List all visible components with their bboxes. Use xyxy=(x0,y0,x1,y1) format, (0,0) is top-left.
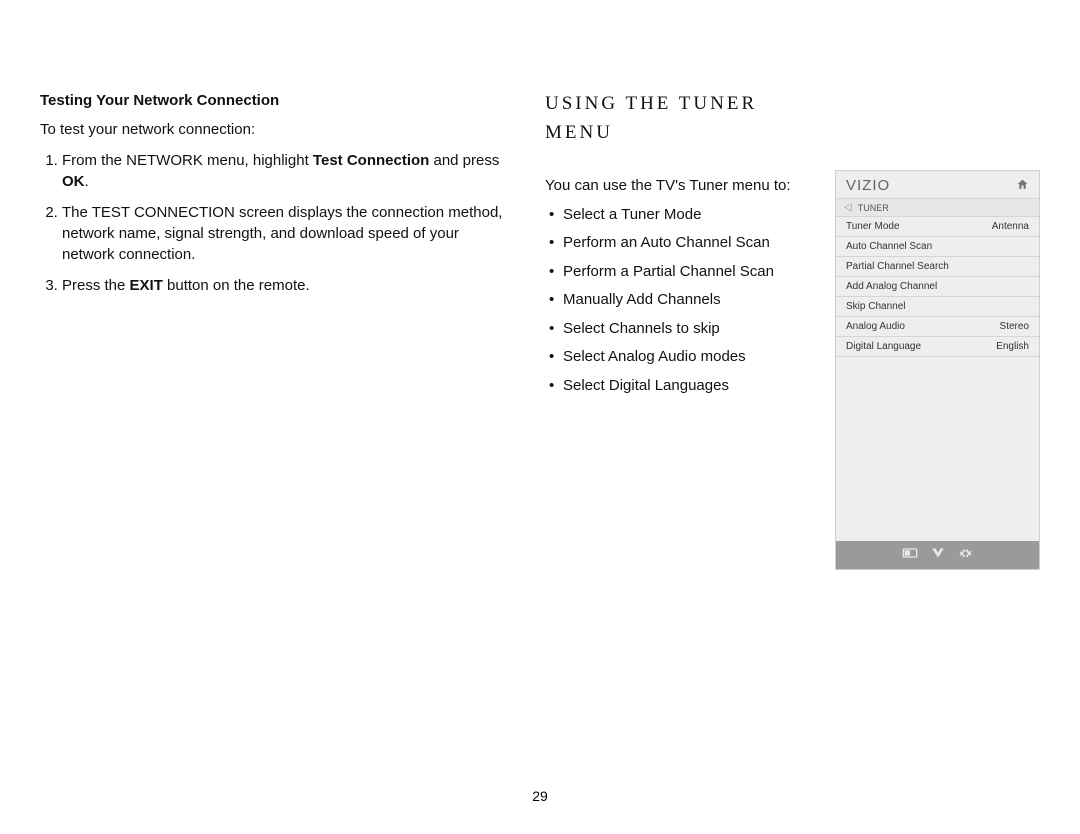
menu-row-auto-scan[interactable]: Auto Channel Scan xyxy=(836,237,1039,257)
section-heading-left: Testing Your Network Connection xyxy=(40,90,515,111)
device-menu-list: Tuner Mode Antenna Auto Channel Scan Par… xyxy=(836,217,1039,541)
row-label: Analog Audio xyxy=(846,321,905,332)
bullet-item: Perform an Auto Channel Scan xyxy=(563,232,815,255)
device-breadcrumb[interactable]: ◁ TUNER xyxy=(836,198,1039,217)
row-label: Partial Channel Search xyxy=(846,261,949,272)
menu-row-tuner-mode[interactable]: Tuner Mode Antenna xyxy=(836,217,1039,237)
device-footer xyxy=(836,541,1039,569)
menu-row-digital-language[interactable]: Digital Language English xyxy=(836,337,1039,357)
row-value: Stereo xyxy=(1000,321,1029,332)
bullet-item: Select a Tuner Mode xyxy=(563,204,815,227)
row-label: Skip Channel xyxy=(846,301,905,312)
page-number: 29 xyxy=(532,788,548,804)
menu-row-skip-channel[interactable]: Skip Channel xyxy=(836,297,1039,317)
step-2: The TEST CONNECTION screen displays the … xyxy=(62,202,515,265)
menu-row-add-analog[interactable]: Add Analog Channel xyxy=(836,277,1039,297)
home-icon[interactable] xyxy=(1016,178,1029,194)
gear-icon[interactable] xyxy=(958,547,974,563)
row-value: Antenna xyxy=(992,221,1029,232)
intro-right: You can use the TV's Tuner menu to: xyxy=(545,175,815,198)
cc-icon[interactable] xyxy=(902,547,918,563)
row-label: Auto Channel Scan xyxy=(846,241,932,252)
step-3: Press the EXIT button on the remote. xyxy=(62,275,515,296)
bullet-item: Perform a Partial Channel Scan xyxy=(563,261,815,284)
row-value: English xyxy=(996,341,1029,352)
menu-row-partial-search[interactable]: Partial Channel Search xyxy=(836,257,1039,277)
bullet-item: Manually Add Channels xyxy=(563,289,815,312)
row-label: Tuner Mode xyxy=(846,221,900,232)
device-brand: VIZIO xyxy=(846,177,890,194)
step-1: From the NETWORK menu, highlight Test Co… xyxy=(62,150,515,192)
bullet-item: Select Channels to skip xyxy=(563,318,815,341)
crumb-label: TUNER xyxy=(858,203,889,213)
intro-left: To test your network connection: xyxy=(40,119,515,140)
steps-list: From the NETWORK menu, highlight Test Co… xyxy=(40,150,515,296)
back-icon[interactable]: ◁ xyxy=(844,202,852,213)
v-icon[interactable] xyxy=(930,547,946,563)
section-heading-right: USING THE TUNER MENU xyxy=(545,90,815,147)
feature-bullets: Select a Tuner Mode Perform an Auto Chan… xyxy=(545,204,815,398)
device-header: VIZIO xyxy=(836,171,1039,198)
bullet-item: Select Analog Audio modes xyxy=(563,346,815,369)
row-label: Add Analog Channel xyxy=(846,281,937,292)
row-label: Digital Language xyxy=(846,341,921,352)
menu-row-analog-audio[interactable]: Analog Audio Stereo xyxy=(836,317,1039,337)
tuner-menu-screenshot: VIZIO ◁ TUNER Tuner Mode Antenna Auto Ch… xyxy=(835,170,1040,570)
bullet-item: Select Digital Languages xyxy=(563,375,815,398)
